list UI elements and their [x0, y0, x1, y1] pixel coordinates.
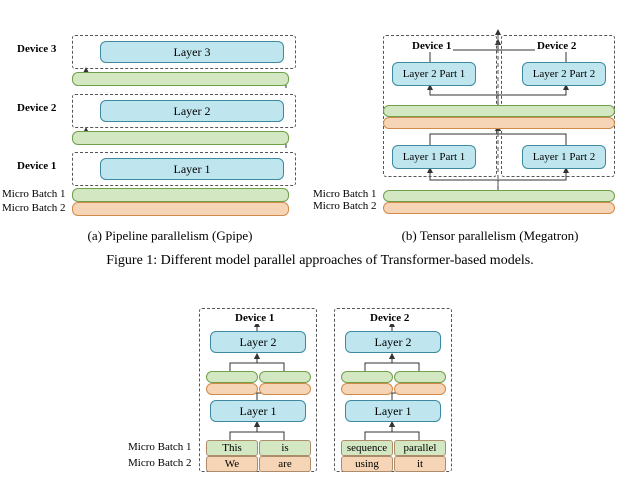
figure1-caption: Figure 1: Different model parallel appro… [60, 253, 580, 269]
a-device1-label: Device 1 [15, 160, 58, 172]
c-word-are: are [259, 456, 311, 472]
b-device2-label: Device 2 [535, 40, 578, 52]
a-mb1-after1 [72, 131, 289, 145]
c-word-parallel: parallel [394, 440, 446, 456]
c-d1-mb2b [259, 383, 311, 395]
b-mb1-label: Micro Batch 1 [313, 188, 377, 200]
c-mb1-label: Micro Batch 1 [128, 441, 192, 453]
a-mb1-label: Micro Batch 1 [2, 188, 66, 200]
figure-root: Device 3 Layer 3 Device 2 Layer 2 Device… [0, 0, 640, 500]
c-d2-layer1: Layer 1 [345, 400, 441, 422]
c-mb2-label: Micro Batch 2 [128, 457, 192, 469]
c-word-it: it [394, 456, 446, 472]
b-l1p2: Layer 1 Part 2 [522, 145, 606, 169]
c-d2-mb1a [341, 371, 393, 383]
a-caption: (a) Pipeline parallelism (Gpipe) [40, 228, 300, 244]
c-word-is: is [259, 440, 311, 456]
c-word-using: using [341, 456, 393, 472]
b-caption: (b) Tensor parallelism (Megatron) [360, 228, 620, 244]
c-d1-mb2a [206, 383, 258, 395]
a-mb1 [72, 188, 289, 202]
b-l2p1: Layer 2 Part 1 [392, 62, 476, 86]
b-mb1 [383, 190, 615, 202]
c-d2-mb2b [394, 383, 446, 395]
c-d2-mb2a [341, 383, 393, 395]
c-device1-label: Device 1 [233, 312, 276, 324]
a-layer3: Layer 3 [100, 41, 284, 63]
a-layer1: Layer 1 [100, 158, 284, 180]
c-word-this: This [206, 440, 258, 456]
c-d1-layer2: Layer 2 [210, 331, 306, 353]
b-mb2-label: Micro Batch 2 [313, 200, 377, 212]
a-mb1-after2 [72, 72, 289, 86]
b-mb1-mid [383, 105, 615, 117]
c-d1-mb1a [206, 371, 258, 383]
c-device2-label: Device 2 [368, 312, 411, 324]
b-device1-label: Device 1 [410, 40, 453, 52]
c-word-sequence: sequence [341, 440, 393, 456]
b-mb2-mid [383, 117, 615, 129]
a-mb2-label: Micro Batch 2 [2, 202, 66, 214]
b-l1p1: Layer 1 Part 1 [392, 145, 476, 169]
a-layer2: Layer 2 [100, 100, 284, 122]
c-d2-mb1b [394, 371, 446, 383]
a-device3-label: Device 3 [15, 43, 58, 55]
b-l2p2: Layer 2 Part 2 [522, 62, 606, 86]
c-d2-layer2: Layer 2 [345, 331, 441, 353]
a-mb2 [72, 202, 289, 216]
c-d1-layer1: Layer 1 [210, 400, 306, 422]
b-mb2 [383, 202, 615, 214]
c-d1-mb1b [259, 371, 311, 383]
c-word-we: We [206, 456, 258, 472]
a-device2-label: Device 2 [15, 102, 58, 114]
